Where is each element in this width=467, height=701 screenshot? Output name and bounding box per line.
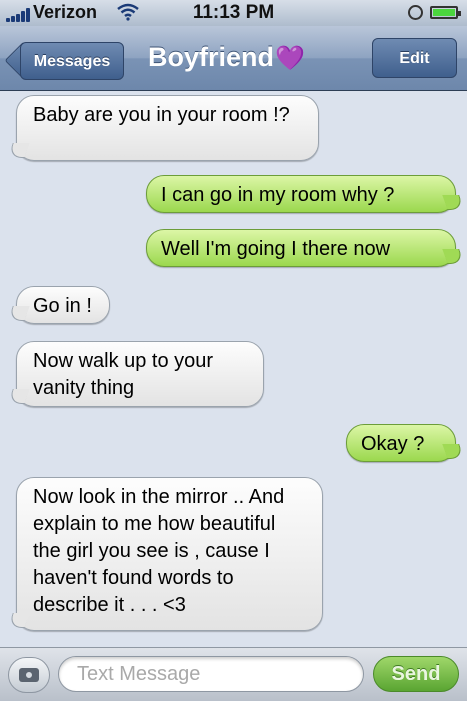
battery-icon xyxy=(430,6,461,19)
conversation-title: Boyfriend💜 xyxy=(148,42,305,73)
navigation-bar: Messages Boyfriend💜 Edit xyxy=(0,26,467,91)
camera-lens-icon xyxy=(24,670,34,680)
message-bubble-received: Now walk up to your vanity thing xyxy=(16,341,264,407)
message-text: Okay ? xyxy=(361,433,425,455)
compose-bar: Send xyxy=(0,647,467,701)
purple-heart-icon: 💜 xyxy=(275,45,305,72)
message-text: Go in ! xyxy=(33,295,92,317)
message-text: Now look in the mirror .. And explain to… xyxy=(33,486,285,616)
message-bubble-received: Go in ! xyxy=(16,286,110,324)
message-bubble-sent: Well I'm going I there now xyxy=(146,229,456,267)
status-bar: Verizon 11:13 PM xyxy=(0,0,467,26)
edit-button[interactable]: Edit xyxy=(372,38,457,78)
message-bubble-received: Baby are you in your room !? xyxy=(16,95,319,161)
message-text: Baby are you in your room !? xyxy=(33,104,290,126)
send-button[interactable]: Send xyxy=(373,656,459,692)
message-text: Well I'm going I there now xyxy=(161,238,391,260)
text-message-input[interactable] xyxy=(58,656,364,692)
message-text: I can go in my room why ? xyxy=(161,184,395,206)
back-to-messages-button[interactable]: Messages xyxy=(4,41,124,82)
camera-button[interactable] xyxy=(8,657,50,693)
message-bubble-sent: I can go in my room why ? xyxy=(146,175,456,213)
clock-time: 11:13 PM xyxy=(192,2,275,23)
rotation-lock-icon xyxy=(408,5,423,20)
message-thread[interactable]: Baby are you in your room !? I can go in… xyxy=(0,91,467,647)
contact-name: Boyfriend xyxy=(148,42,275,72)
message-bubble-sent: Okay ? xyxy=(346,424,456,462)
back-button-label: Messages xyxy=(20,42,124,80)
message-bubble-received: Now look in the mirror .. And explain to… xyxy=(16,477,323,631)
message-text: Now walk up to your vanity thing xyxy=(33,350,214,399)
